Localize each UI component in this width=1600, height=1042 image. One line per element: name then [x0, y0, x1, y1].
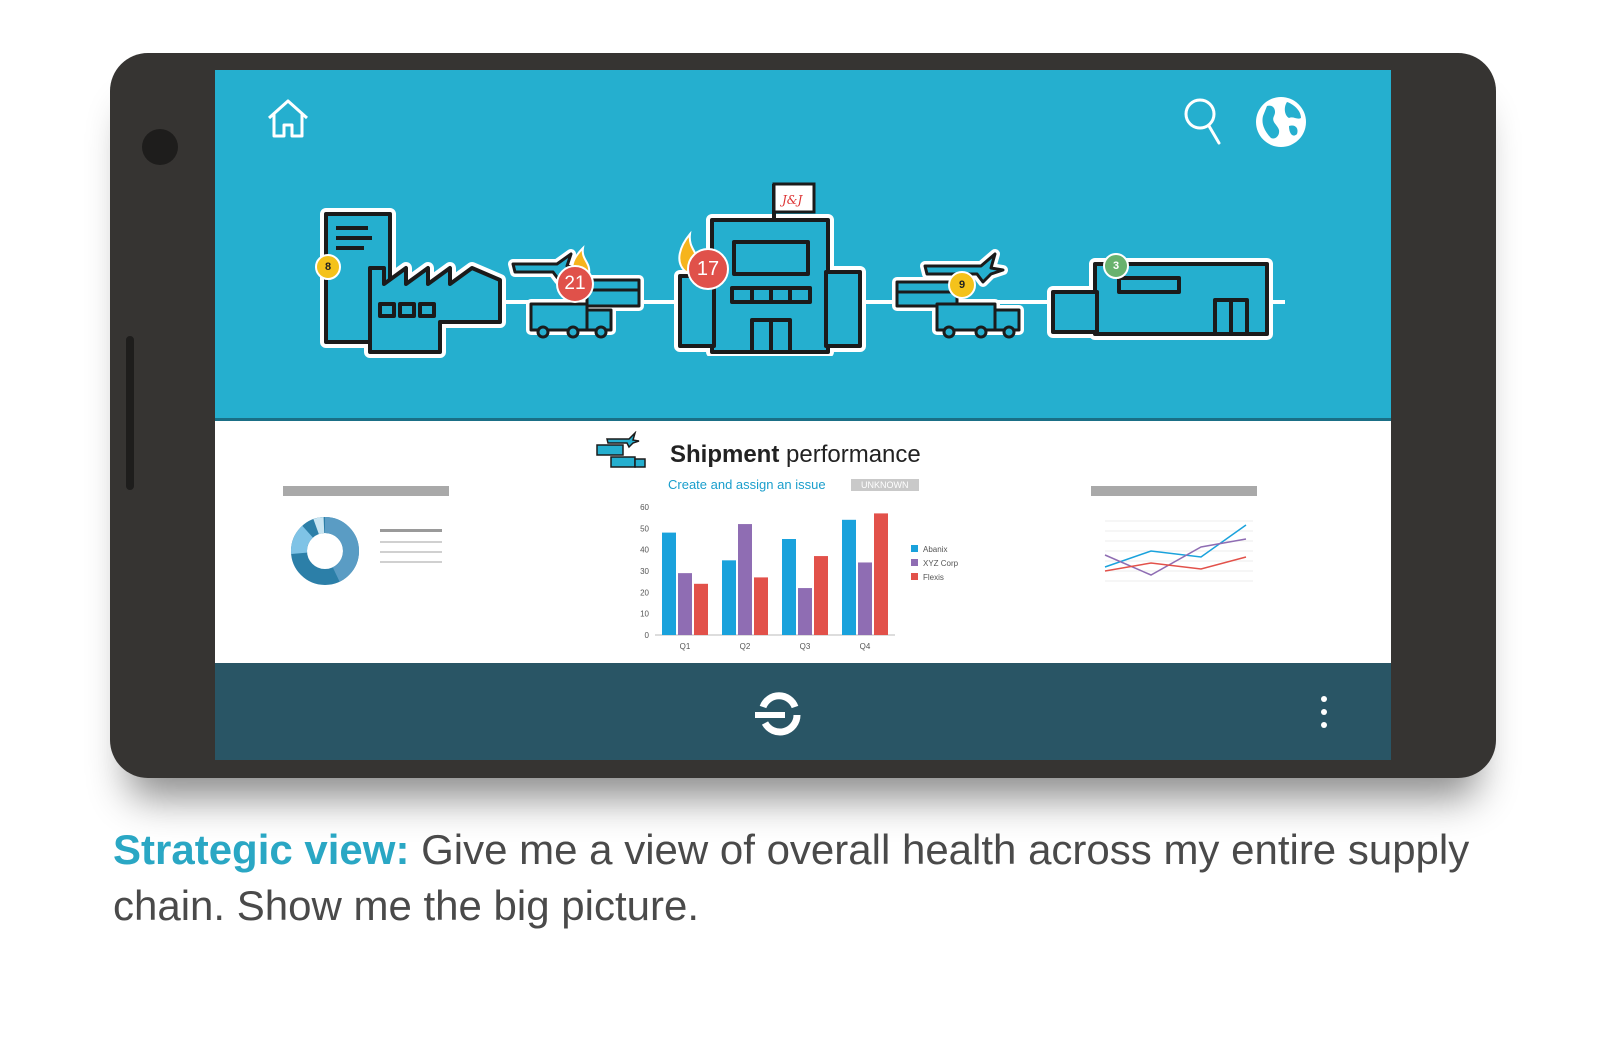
legend-label: Flexis: [923, 573, 944, 582]
search-icon[interactable]: [1183, 96, 1223, 148]
shipment-icon: [596, 431, 646, 468]
outbound-issue-badge[interactable]: 9: [948, 271, 976, 299]
x-tick-label: Q4: [860, 642, 871, 651]
y-tick-label: 20: [640, 588, 649, 597]
camera-icon: [142, 129, 178, 165]
warehouse-issue-badge[interactable]: 3: [1103, 253, 1129, 279]
bar-abanix-q1: [662, 532, 676, 635]
legend-swatch: [911, 559, 918, 566]
hq-issue-badge[interactable]: 17: [687, 248, 729, 290]
app-screen: J&J 8 21 17 9 3 Shipment performance Cre…: [215, 70, 1391, 760]
x-tick-label: Q2: [740, 642, 751, 651]
side-button: [126, 336, 134, 490]
donut-chart-thumbnail[interactable]: [289, 515, 361, 587]
performance-panel: Shipment performance Create and assign a…: [215, 421, 1391, 663]
y-tick-label: 10: [640, 610, 649, 619]
create-issue-link[interactable]: Create and assign an issue: [668, 477, 826, 492]
supply-chain-hero: J&J 8 21 17 9 3: [215, 70, 1391, 421]
flag-text: J&J: [779, 193, 803, 207]
bar-abanix-q3: [782, 539, 796, 635]
y-tick-label: 40: [640, 546, 649, 555]
bar-xyz-corp-q1: [678, 573, 692, 635]
warehouse-icon[interactable]: [1047, 254, 1275, 340]
bottom-bar: [215, 663, 1391, 760]
right-widget-title-bar: [1091, 486, 1257, 496]
x-tick-label: Q1: [680, 642, 691, 651]
bar-xyz-corp-q4: [858, 562, 872, 635]
legend-swatch: [911, 545, 918, 552]
donut-legend-line: [380, 551, 442, 553]
donut-legend-line: [380, 561, 442, 563]
bar-xyz-corp-q2: [738, 524, 752, 635]
bar-abanix-q2: [722, 560, 736, 635]
inbound-issue-badge[interactable]: 21: [556, 265, 594, 303]
bar-xyz-corp-q3: [798, 588, 812, 635]
bar-flexis-q4: [874, 513, 888, 635]
globe-icon[interactable]: [1253, 94, 1309, 150]
legend-label: XYZ Corp: [923, 559, 959, 568]
factory-icon[interactable]: [320, 208, 510, 358]
bar-flexis-q1: [694, 583, 708, 635]
shipment-bar-chart: 0 10 20 30 40 50 60 Q1 Q2 Q3 Q4 Abanix XYZ Corp Flexi…: [640, 503, 959, 651]
y-tick-label: 0: [645, 631, 650, 640]
y-tick-label: 50: [640, 524, 649, 533]
left-widget-title-bar: [283, 486, 449, 496]
performance-title: Shipment performance: [670, 441, 921, 468]
x-tick-label: Q3: [800, 642, 811, 651]
app-logo-icon[interactable]: [753, 687, 803, 737]
caption-lead: Strategic view:: [113, 826, 410, 873]
bar-abanix-q4: [842, 519, 856, 635]
more-vert-icon[interactable]: [1317, 695, 1331, 729]
donut-legend-line: [380, 541, 442, 543]
donut-legend-line: [380, 529, 442, 532]
legend-label: Abanix: [923, 545, 947, 554]
legend-swatch: [911, 573, 918, 580]
home-icon[interactable]: [265, 98, 311, 140]
line-chart-thumbnail[interactable]: [1091, 517, 1257, 589]
bar-flexis-q2: [754, 577, 768, 635]
y-tick-label: 30: [640, 567, 649, 576]
bar-flexis-q3: [814, 556, 828, 635]
phone-frame: J&J 8 21 17 9 3 Shipment performance Cre…: [110, 53, 1496, 778]
status-badge: UNKNOWN: [851, 479, 919, 491]
supplier-issue-badge[interactable]: 8: [315, 254, 341, 280]
caption: Strategic view: Give me a view of overal…: [113, 822, 1493, 934]
y-tick-label: 60: [640, 503, 649, 512]
